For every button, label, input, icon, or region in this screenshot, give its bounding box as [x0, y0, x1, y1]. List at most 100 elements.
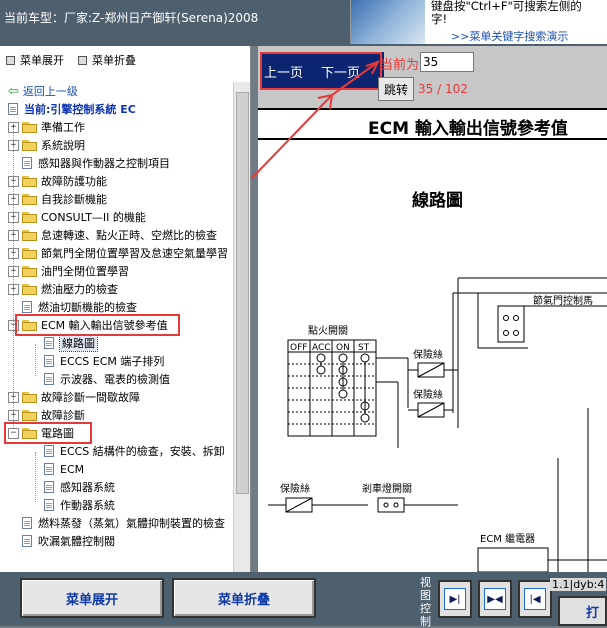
brake-switch-label: 剎車燈開關 [362, 482, 412, 495]
expand-all-toggle[interactable]: 菜单展开 [6, 52, 64, 68]
folder-icon [22, 391, 37, 403]
switch-position-off: OFF [290, 343, 307, 353]
folder-icon [22, 175, 37, 187]
tree-item[interactable]: ECM [44, 460, 84, 478]
folder-icon [22, 229, 37, 241]
document-icon [22, 301, 32, 313]
fuse-label-b: 保險絲 [413, 388, 443, 401]
tree-item-label: ECM [60, 462, 85, 476]
diagram-page: ECM 輸入輸出信號參考值 線路圖 點火開關 OFF ACC ON ST 保險絲… [258, 108, 607, 572]
tree-item-label: 燃油切斷機能的檢查 [38, 301, 137, 314]
tree-item[interactable]: + 怠速轉速、點火正時、空燃比的檢查 [8, 226, 217, 244]
tree-item[interactable]: + 故障防護功能 [8, 172, 107, 190]
throttle-relay-label: 節氣門控制馬 [533, 294, 593, 307]
tree-guide-line [13, 128, 14, 428]
highlight-box-circuit [4, 422, 92, 444]
vertical-scrollbar[interactable] [233, 82, 250, 572]
tree-item[interactable]: ECCS 結構件的檢查，安裝、拆卸 [44, 442, 225, 460]
folder-icon [22, 139, 37, 151]
fuse-label-c: 保險絲 [280, 482, 310, 495]
view-control-label: 视图控制 [420, 576, 431, 628]
expand-menu-button[interactable]: 菜单展开 [20, 578, 164, 618]
page-number-input[interactable] [420, 52, 474, 72]
tree-item-label: 感知器系統 [60, 481, 115, 494]
document-icon [8, 103, 18, 115]
switch-position-st: ST [358, 343, 370, 353]
tree-item[interactable]: + 自我診斷機能 [8, 190, 107, 208]
ignition-switch-label: 點火開關 [308, 324, 348, 337]
view-right-button[interactable]: |◀ [518, 580, 552, 618]
document-icon [44, 337, 54, 349]
view-left-button[interactable]: ▶| [438, 580, 472, 618]
document-viewer: 上一页 下一页 当前为 跳转 35 / 102 ECM 輸入輸出信號參考值 線路… [258, 46, 607, 572]
tree-item[interactable]: + CONSULT—II 的機能 [8, 208, 146, 226]
tree-item[interactable]: ECCS ECM 端子排列 [44, 352, 164, 370]
tree-item-label: 怠速轉速、點火正時、空燃比的檢查 [41, 229, 217, 242]
search-hint-panel: 键盘按"Ctrl+F"可搜索左侧的 字! >>菜单关键字搜索演示 [350, 0, 607, 44]
current-section-row: 当前:引擎控制系統 EC [8, 100, 136, 118]
folder-icon [22, 247, 37, 259]
switch-position-acc: ACC [312, 343, 331, 353]
tree-item-label: 準備工作 [41, 121, 85, 134]
menu-tree: ⇦ 返回上一级 当前:引擎控制系統 EC + 準備工作 + 系統說明 感知器與作動器… [0, 82, 232, 562]
document-icon [44, 463, 54, 475]
hint-line-1: 键盘按"Ctrl+F"可搜索左侧的 [431, 0, 582, 13]
tree-item[interactable]: 作動器系統 [44, 496, 115, 514]
url-fragment: 1.1|dyb:4 [550, 578, 607, 591]
document-icon [22, 535, 32, 547]
tree-item-label: 燃油壓力的檢查 [41, 283, 118, 296]
search-demo-link[interactable]: >>菜单关键字搜索演示 [451, 28, 568, 44]
collapse-all-toggle[interactable]: 菜单折叠 [78, 52, 136, 68]
ecm-relay-label: ECM 繼電器 [480, 532, 535, 545]
print-button[interactable]: 打 [558, 596, 607, 626]
document-icon [44, 445, 54, 457]
tree-item-label: 故障診斷 [41, 409, 85, 422]
jump-button[interactable]: 跳转 [378, 77, 414, 101]
document-icon [44, 481, 54, 493]
tree-item[interactable]: + 燃油壓力的檢查 [8, 280, 118, 298]
car-model-title: 当前车型：厂家:Z-郑州日产御轩(Serena)2008 [4, 11, 259, 25]
tree-item[interactable]: + 油門全閉位置學習 [8, 262, 129, 280]
folder-icon [22, 409, 37, 421]
tree-item-label: 故障防護功能 [41, 175, 107, 188]
tree-item[interactable]: + 系統說明 [8, 136, 85, 154]
arrow-right-bar-icon: |◀ [524, 588, 546, 610]
tree-item-label: 燃料蒸發（蒸氣）氣體抑制裝置的檢查 [38, 517, 225, 530]
expand-box-icon [6, 55, 15, 65]
tree-item[interactable]: 示波器、電表的檢測值 [44, 370, 170, 388]
hint-line-2: 字! [431, 12, 448, 26]
tree-item-label: 油門全閉位置學習 [41, 265, 129, 278]
tree-item-label: 自我診斷機能 [41, 193, 107, 206]
tree-item[interactable]: + 節氣門全閉位置學習及怠速空氣量學習 [8, 244, 228, 262]
expand-all-label: 菜单展开 [20, 54, 64, 67]
scrollbar-thumb[interactable] [236, 92, 249, 494]
document-icon [22, 157, 32, 169]
folder-icon [22, 283, 37, 295]
tree-item[interactable]: 燃料蒸發（蒸氣）氣體抑制裝置的檢查 [22, 514, 225, 532]
tree-item[interactable]: 吹漏氣體控制閥 [22, 532, 115, 550]
tree-item[interactable]: 感知器與作動器之控制項目 [22, 154, 170, 172]
view-split-button[interactable]: ▶◀ [478, 580, 512, 618]
tree-item-label: 節氣門全閉位置學習及怠速空氣量學習 [41, 247, 228, 260]
tree-item[interactable]: 感知器系統 [44, 478, 115, 496]
back-link[interactable]: 返回上一级 [23, 83, 78, 99]
folder-icon [22, 265, 37, 277]
back-link-row[interactable]: ⇦ 返回上一级 [8, 82, 78, 100]
tree-item-label: 感知器與作動器之控制項目 [38, 157, 170, 170]
tree-item-label: 故障診斷一間歇故障 [41, 391, 140, 404]
current-page-label: 当前为 [380, 58, 420, 73]
tree-item-label: CONSULT—II 的機能 [41, 211, 146, 224]
arrow-left-bar-icon: ▶| [444, 588, 466, 610]
document-icon [44, 499, 54, 511]
collapse-menu-button[interactable]: 菜单折叠 [172, 578, 316, 618]
document-icon [22, 517, 32, 529]
tree-item-label: 作動器系統 [60, 499, 115, 512]
split-arrows-icon: ▶◀ [484, 588, 506, 610]
fuse-label-a: 保險絲 [413, 348, 443, 361]
tree-item[interactable]: + 故障診斷一間歇故障 [8, 388, 140, 406]
folder-icon [22, 121, 37, 133]
tree-item-label: 示波器、電表的檢測值 [60, 373, 170, 386]
tree-item-selected[interactable]: 線路圖 [44, 334, 98, 352]
tree-item[interactable]: + 準備工作 [8, 118, 85, 136]
folder-icon [22, 193, 37, 205]
